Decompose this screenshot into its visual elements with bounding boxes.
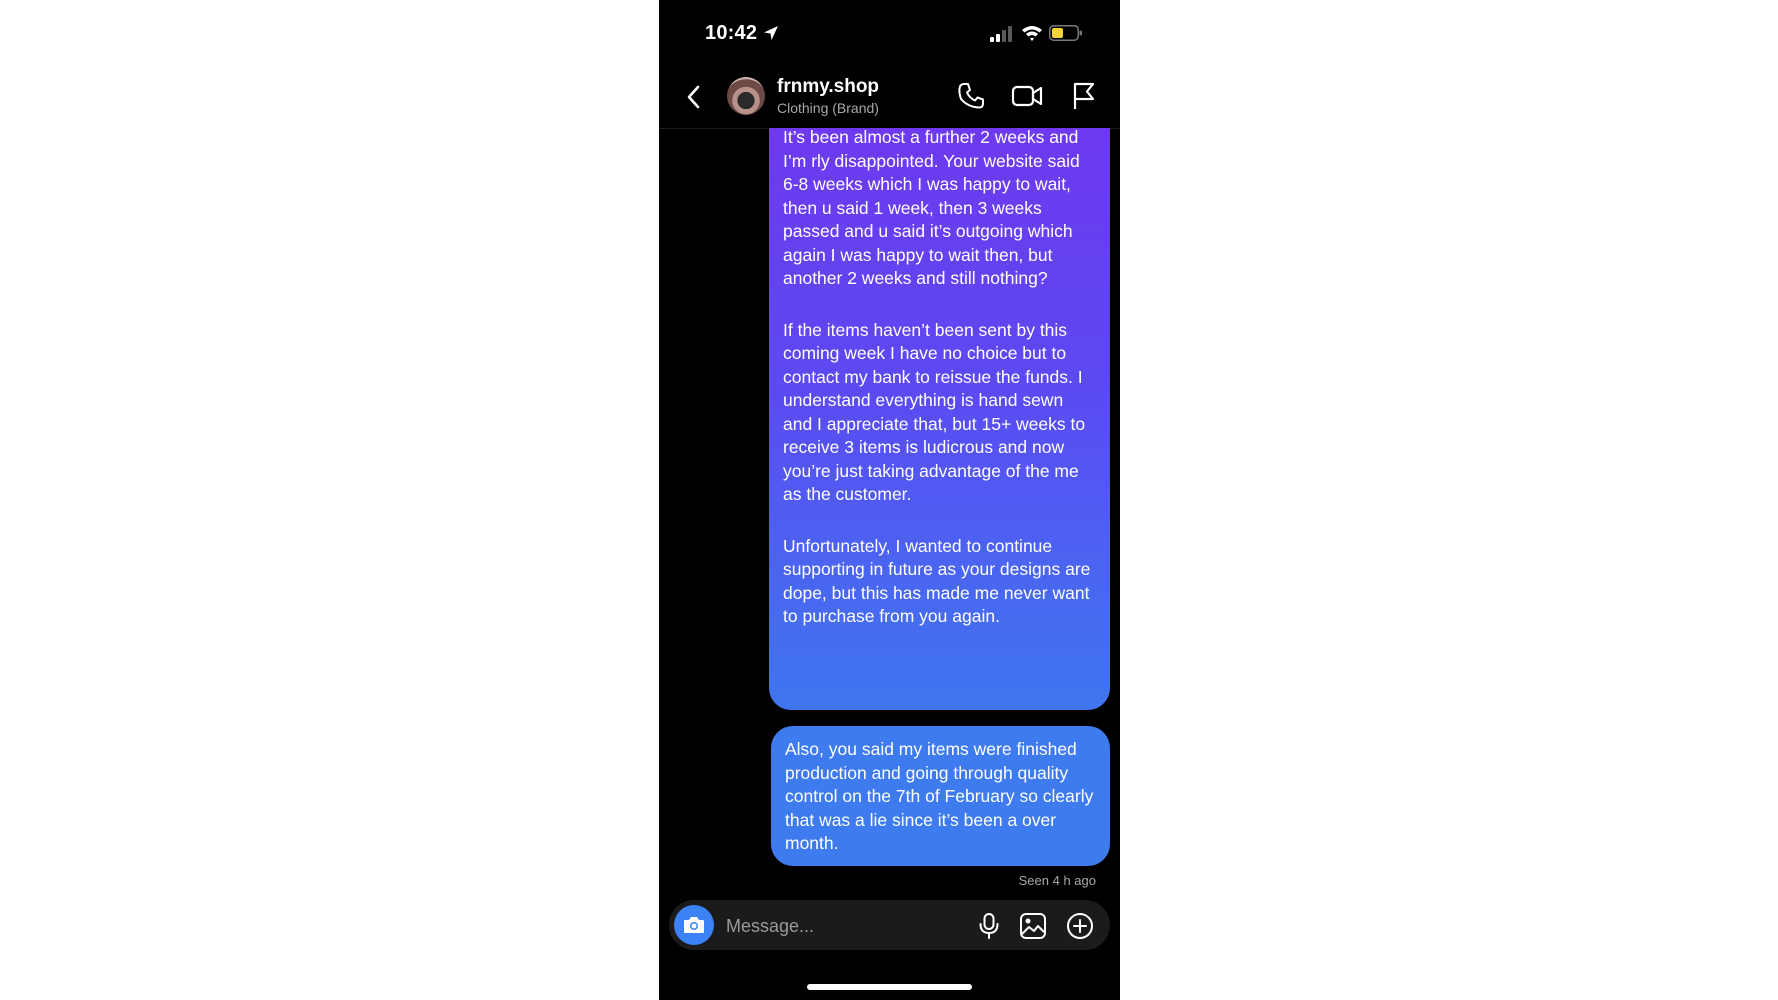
seen-status: Seen 4 h ago <box>1018 873 1096 888</box>
cellular-signal-icon <box>990 26 1012 42</box>
video-camera-icon[interactable] <box>1011 81 1043 111</box>
sent-message-bubble[interactable]: It’s been almost a further 2 weeks and I… <box>769 127 1110 710</box>
camera-button[interactable] <box>674 905 714 945</box>
avatar[interactable] <box>727 77 765 115</box>
chat-header: frnmy.shop Clothing (Brand) <box>659 70 1120 129</box>
message-paragraph: Also, you said my items were finished pr… <box>785 739 1094 853</box>
phone-screen: 10:42 frnmy.shop Clothing (Brand) It’s b… <box>659 0 1120 1000</box>
message-paragraph: It’s been almost a further 2 weeks and I… <box>783 127 1080 288</box>
contact-category: Clothing (Brand) <box>777 100 879 116</box>
flag-icon[interactable] <box>1071 81 1097 111</box>
battery-icon <box>1049 25 1082 41</box>
message-paragraph: If the items haven’t been sent by this c… <box>783 319 1086 505</box>
camera-icon <box>684 917 704 933</box>
message-composer <box>669 900 1110 950</box>
home-indicator <box>807 984 972 990</box>
message-paragraph: Unfortunately, I wanted to continue supp… <box>783 535 1091 627</box>
status-bar: 10:42 <box>659 0 1120 70</box>
sent-message-bubble[interactable]: Also, you said my items were finished pr… <box>771 726 1110 866</box>
back-chevron-icon[interactable] <box>683 82 705 112</box>
wifi-icon <box>1022 26 1042 41</box>
contact-name[interactable]: frnmy.shop <box>777 76 879 98</box>
gallery-icon[interactable] <box>1019 912 1047 940</box>
plus-circle-icon[interactable] <box>1066 912 1094 940</box>
phone-call-icon[interactable] <box>956 81 986 111</box>
microphone-icon[interactable] <box>976 912 1002 940</box>
message-input[interactable] <box>724 910 928 942</box>
status-time: 10:42 <box>705 22 758 44</box>
location-arrow-icon <box>764 26 778 40</box>
